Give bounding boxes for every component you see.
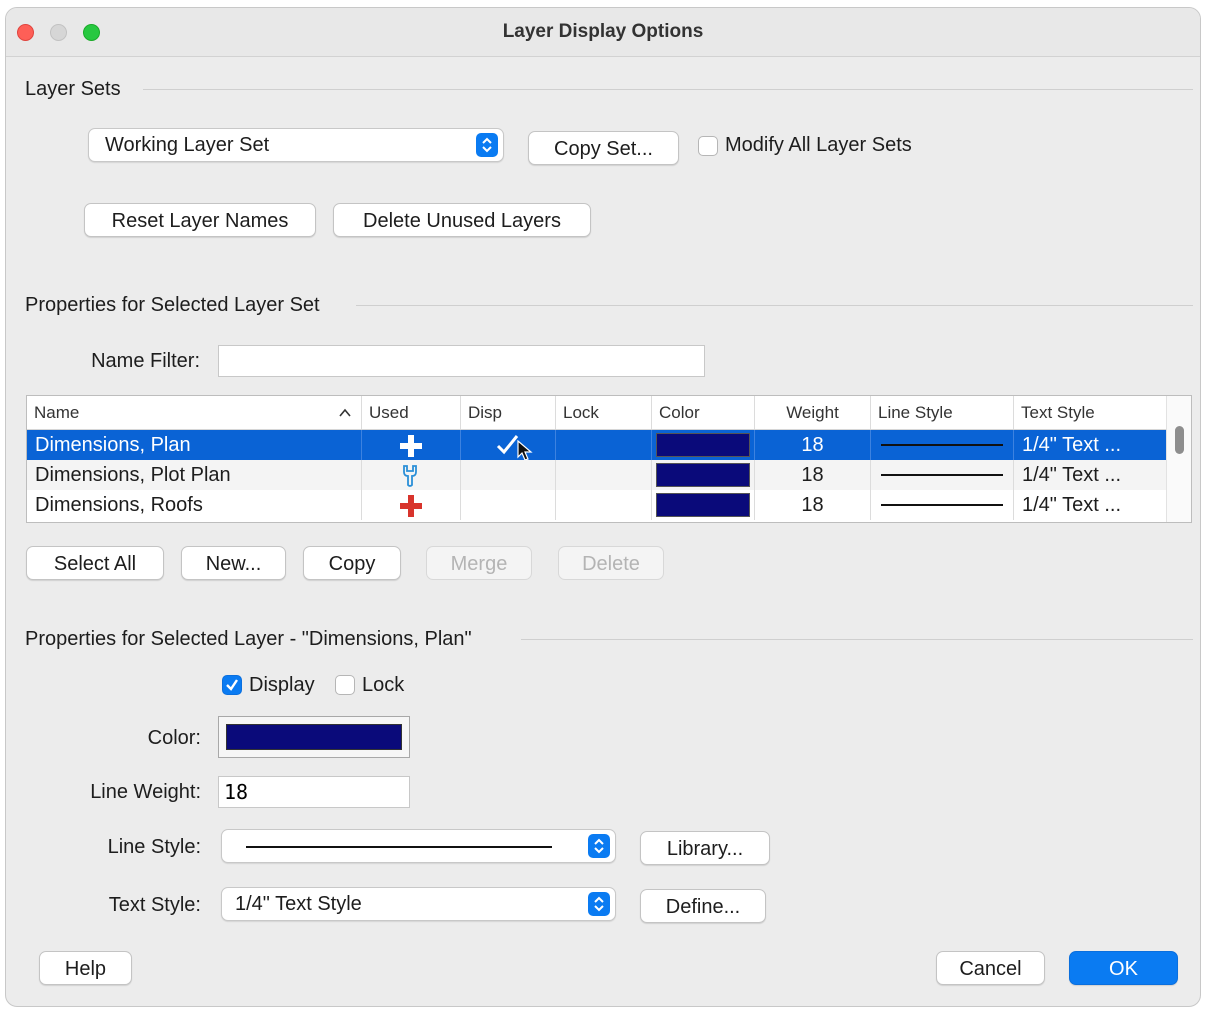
layer-set-properties-divider bbox=[356, 305, 1193, 306]
copy-set-button[interactable]: Copy Set... bbox=[528, 131, 679, 165]
color-label: Color: bbox=[147, 727, 201, 749]
delete-unused-layers-button[interactable]: Delete Unused Layers bbox=[333, 203, 591, 237]
color-swatch bbox=[656, 493, 750, 517]
solid-line-sample bbox=[246, 846, 552, 848]
color-cell[interactable] bbox=[652, 490, 755, 520]
solid-line-sample bbox=[881, 444, 1003, 446]
text-style-select[interactable]: 1/4" Text Style bbox=[221, 887, 616, 921]
lock-label: Lock bbox=[362, 674, 405, 696]
line-style-cell bbox=[871, 430, 1014, 460]
ok-button[interactable]: OK bbox=[1069, 951, 1178, 985]
title-bar: Layer Display Options bbox=[6, 8, 1200, 57]
checkmark-icon bbox=[495, 433, 519, 460]
table-scrollbar[interactable] bbox=[1166, 396, 1191, 522]
layer-display-options-window: Layer Display Options Layer Sets Working… bbox=[5, 7, 1201, 1007]
column-header-color[interactable]: Color bbox=[652, 396, 755, 429]
lock-cell[interactable] bbox=[556, 460, 652, 490]
lock-checkbox[interactable] bbox=[335, 675, 355, 695]
checkmark-icon bbox=[226, 679, 238, 691]
layer-sets-divider bbox=[143, 89, 1193, 90]
select-stepper-icon bbox=[588, 892, 610, 916]
layer-color-swatch bbox=[226, 724, 402, 750]
weight-cell: 18 bbox=[755, 460, 871, 490]
column-header-line-style[interactable]: Line Style bbox=[871, 396, 1014, 429]
color-swatch bbox=[656, 463, 750, 487]
column-header-lock[interactable]: Lock bbox=[556, 396, 652, 429]
select-all-button[interactable]: Select All bbox=[26, 546, 164, 580]
layer-set-properties-section-label: Properties for Selected Layer Set bbox=[25, 294, 320, 316]
lock-cell[interactable] bbox=[556, 490, 652, 520]
layer-color-button[interactable] bbox=[218, 716, 410, 758]
solid-line-sample bbox=[881, 504, 1003, 506]
disp-cell[interactable] bbox=[461, 430, 556, 460]
column-name-label: Name bbox=[34, 403, 80, 422]
table-row[interactable]: Dimensions, Plot Plan 18 1/4" Text ... bbox=[27, 460, 1167, 490]
text-style-cell: 1/4" Text ... bbox=[1022, 494, 1122, 516]
line-style-cell bbox=[871, 490, 1014, 520]
text-style-cell: 1/4" Text ... bbox=[1022, 434, 1122, 456]
solid-line-sample bbox=[881, 474, 1003, 476]
help-button[interactable]: Help bbox=[39, 951, 132, 985]
line-style-cell bbox=[871, 460, 1014, 490]
display-label: Display bbox=[249, 674, 315, 696]
line-style-library-button[interactable]: Library... bbox=[640, 831, 770, 865]
used-cell bbox=[362, 460, 461, 490]
lock-cell[interactable] bbox=[556, 430, 652, 460]
line-style-label: Line Style: bbox=[107, 836, 201, 858]
color-cell[interactable] bbox=[652, 460, 755, 490]
sort-ascending-icon bbox=[339, 397, 351, 430]
delete-layer-button[interactable]: Delete bbox=[558, 546, 664, 580]
row-name: Dimensions, Plan bbox=[27, 430, 362, 460]
column-header-weight[interactable]: Weight bbox=[755, 396, 871, 429]
text-style-cell: 1/4" Text ... bbox=[1022, 464, 1122, 486]
layer-set-select-value: Working Layer Set bbox=[105, 134, 270, 156]
layer-table-header: Name Used Disp Lock Color Weight Line St… bbox=[27, 396, 1167, 430]
new-layer-button[interactable]: New... bbox=[181, 546, 286, 580]
merge-layers-button[interactable]: Merge bbox=[426, 546, 532, 580]
table-row[interactable]: Dimensions, Plan 18 1/4" Text ... bbox=[27, 430, 1167, 460]
weight-cell: 18 bbox=[755, 430, 871, 460]
modify-all-layer-sets-label: Modify All Layer Sets bbox=[725, 134, 912, 156]
line-style-select[interactable] bbox=[221, 829, 616, 863]
table-row[interactable]: Dimensions, Roofs 18 1/4" Text ... bbox=[27, 490, 1167, 520]
column-header-disp[interactable]: Disp bbox=[461, 396, 556, 429]
scrollbar-thumb[interactable] bbox=[1175, 426, 1184, 454]
name-filter-input[interactable] bbox=[218, 345, 705, 377]
window-title: Layer Display Options bbox=[502, 21, 704, 42]
disp-cell[interactable] bbox=[461, 490, 556, 520]
white-plus-icon bbox=[399, 434, 423, 460]
row-name: Dimensions, Roofs bbox=[27, 490, 362, 520]
color-swatch bbox=[656, 433, 750, 457]
mouse-cursor-icon bbox=[517, 439, 533, 460]
line-weight-input[interactable] bbox=[218, 776, 410, 808]
weight-cell: 18 bbox=[755, 490, 871, 520]
layer-set-select[interactable]: Working Layer Set bbox=[88, 128, 504, 162]
column-header-name[interactable]: Name bbox=[27, 396, 362, 429]
copy-layer-button[interactable]: Copy bbox=[303, 546, 401, 580]
text-style-select-value: 1/4" Text Style bbox=[235, 893, 362, 915]
red-plus-icon bbox=[399, 494, 423, 520]
reset-layer-names-button[interactable]: Reset Layer Names bbox=[84, 203, 316, 237]
name-filter-label: Name Filter: bbox=[91, 350, 200, 372]
disp-cell[interactable] bbox=[461, 460, 556, 490]
row-name: Dimensions, Plot Plan bbox=[27, 460, 362, 490]
layer-properties-divider bbox=[521, 639, 1193, 640]
text-style-define-button[interactable]: Define... bbox=[640, 889, 766, 923]
column-header-text-style[interactable]: Text Style bbox=[1014, 396, 1167, 429]
select-stepper-icon bbox=[476, 133, 498, 157]
column-header-used[interactable]: Used bbox=[362, 396, 461, 429]
modify-all-layer-sets-checkbox[interactable] bbox=[698, 136, 718, 156]
wrench-icon bbox=[400, 464, 420, 490]
color-cell[interactable] bbox=[652, 430, 755, 460]
used-cell bbox=[362, 430, 461, 460]
layer-properties-section-label: Properties for Selected Layer - "Dimensi… bbox=[25, 628, 472, 650]
layer-sets-section-label: Layer Sets bbox=[25, 78, 121, 100]
cancel-button[interactable]: Cancel bbox=[936, 951, 1045, 985]
layer-table: Name Used Disp Lock Color Weight Line St… bbox=[26, 395, 1192, 523]
display-checkbox[interactable] bbox=[222, 675, 242, 695]
line-weight-label: Line Weight: bbox=[90, 781, 201, 803]
select-stepper-icon bbox=[588, 834, 610, 858]
text-style-label: Text Style: bbox=[108, 894, 201, 916]
used-cell bbox=[362, 490, 461, 520]
